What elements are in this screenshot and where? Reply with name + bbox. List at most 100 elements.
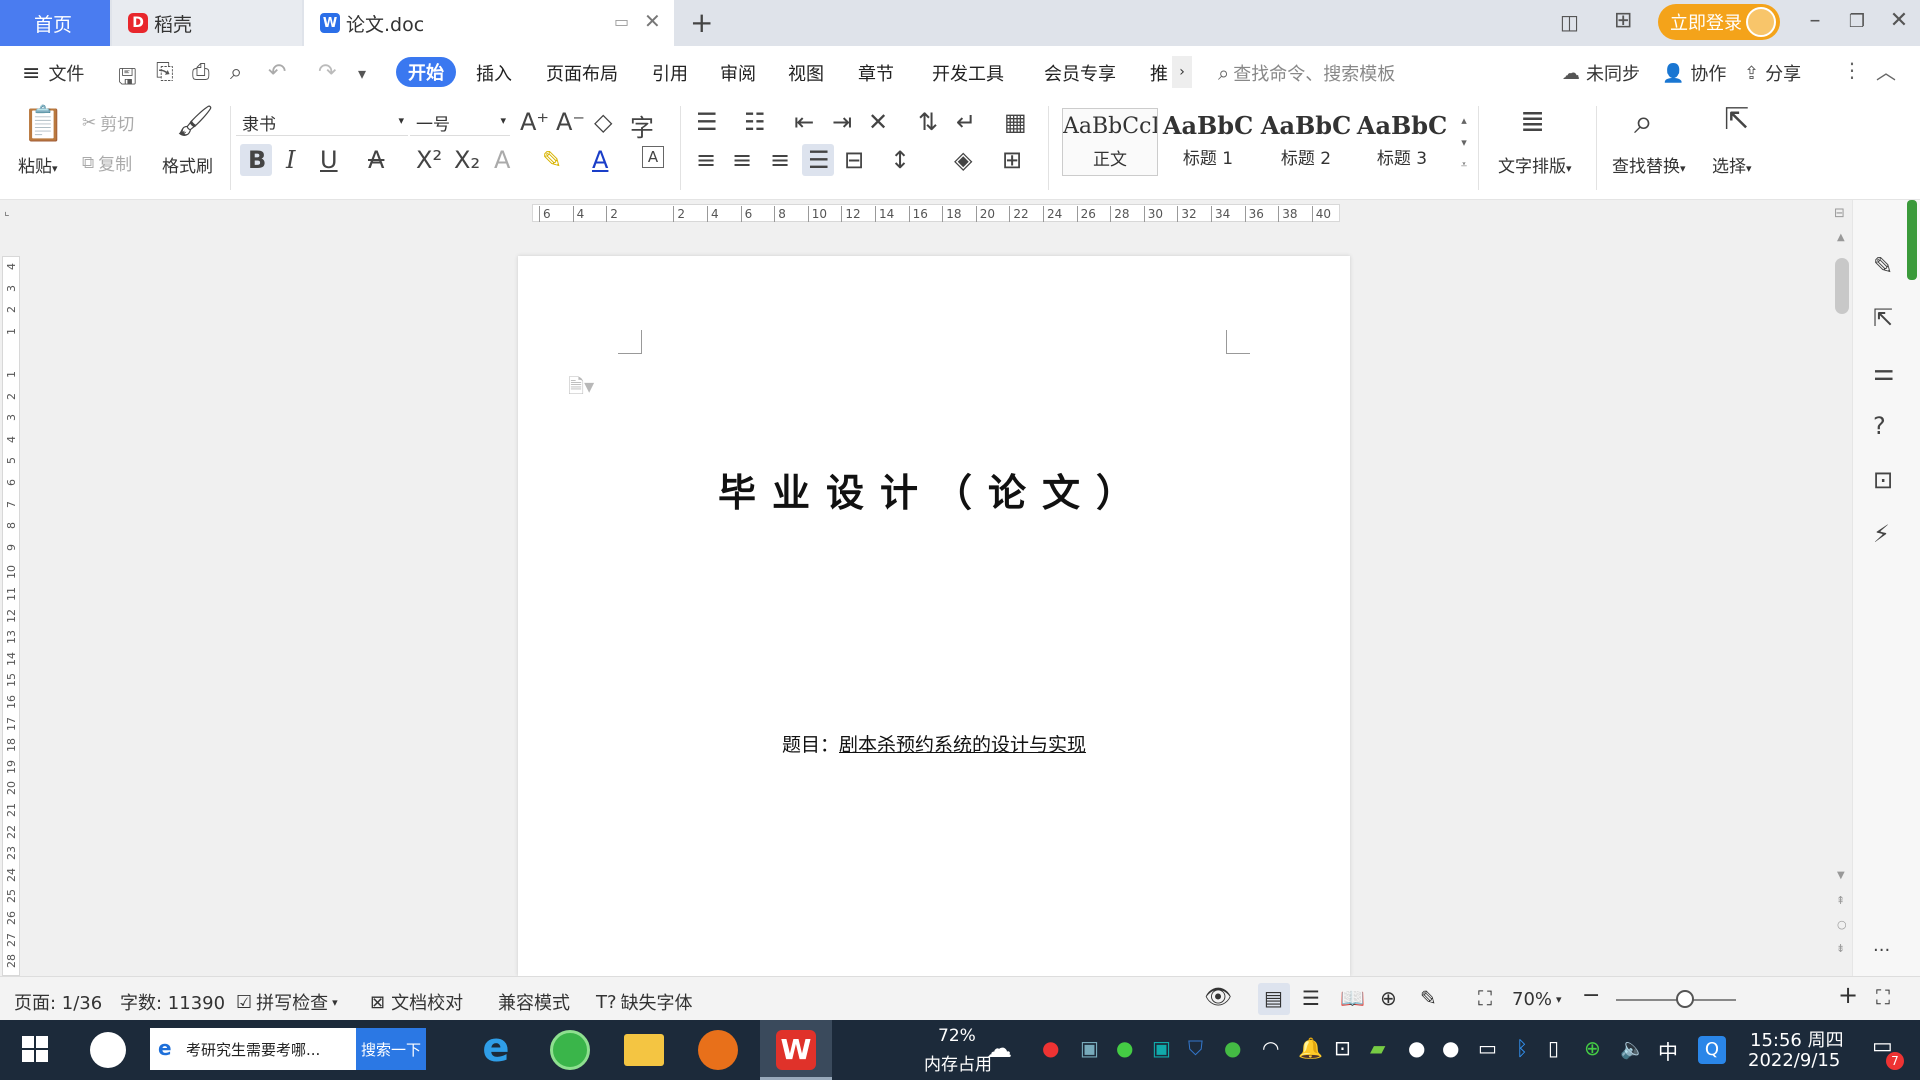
distribute-icon[interactable]: ⊟ <box>844 146 864 174</box>
file-explorer-icon[interactable] <box>624 1034 664 1066</box>
ime-indicator[interactable]: 中 <box>1658 1036 1678 1065</box>
chinese-layout-icon[interactable]: ✕ <box>868 108 888 136</box>
menu-dev-tools[interactable]: 开发工具 <box>932 60 1004 86</box>
pin-icon[interactable]: ▭ <box>614 12 629 31</box>
copy-button[interactable]: ⧉ 复制 <box>82 150 132 176</box>
next-page-icon[interactable]: ⇟ <box>1836 942 1845 955</box>
menu-insert[interactable]: 插入 <box>476 60 512 86</box>
bold-icon[interactable]: B <box>248 146 266 174</box>
missing-font-button[interactable]: T? 缺失字体 <box>596 989 693 1015</box>
document-page[interactable]: 🗎▾ 毕业设计（论文） 题目：剧本杀预约系统的设计与实现 <box>518 256 1350 976</box>
eye-protection-icon[interactable]: 👁 <box>1204 985 1232 1010</box>
sync-status[interactable]: ☁ 未同步 <box>1562 60 1640 86</box>
justify-icon[interactable]: ☰ <box>808 146 830 174</box>
char-border-icon[interactable]: A <box>642 146 664 168</box>
zoom-slider-thumb[interactable] <box>1676 990 1694 1008</box>
vertical-scrollbar[interactable]: ⊟ ▲ ▼ ⇞ ○ ⇟ <box>1832 200 1852 976</box>
style-heading-3[interactable]: AaBbC 标题 3 <box>1354 108 1450 176</box>
tab-stop-icon[interactable]: ⌞ <box>4 204 10 218</box>
capture-tray-icon[interactable]: ⊡ <box>1334 1036 1351 1060</box>
backup-icon[interactable]: ⊡ <box>1873 466 1893 494</box>
q-app-icon[interactable]: Q <box>1698 1036 1726 1064</box>
command-search[interactable]: ⌕ 查找命令、搜索模板 <box>1218 60 1395 86</box>
font-color-icon[interactable]: A <box>592 146 608 174</box>
wifi-icon[interactable]: ◠ <box>1262 1036 1279 1060</box>
reading-mode-icon[interactable]: ◫ <box>1560 10 1579 34</box>
styles-scroll-icon[interactable]: ▴ ▾ ⩡ <box>1456 110 1472 176</box>
shading-icon[interactable]: ◈ <box>954 146 972 174</box>
taskbar-search-button[interactable]: 搜索一下 <box>356 1028 426 1070</box>
collapse-ribbon-icon[interactable]: ︿ <box>1876 56 1896 85</box>
bluetooth-icon[interactable]: ᛒ <box>1516 1036 1528 1060</box>
decrease-indent-icon[interactable]: ⇤ <box>794 108 814 136</box>
menu-review[interactable]: 审阅 <box>720 60 756 86</box>
usb-drive-icon[interactable]: ▯ <box>1548 1036 1559 1060</box>
ai-assistant-icon[interactable]: ⚡ <box>1873 520 1890 548</box>
style-heading-1[interactable]: AaBbC 标题 1 <box>1160 108 1256 176</box>
align-center-icon[interactable]: ≡ <box>732 146 752 174</box>
minimize-icon[interactable]: – <box>1800 8 1830 33</box>
tab-document[interactable]: W 论文.doc ▭ ✕ <box>304 0 674 46</box>
align-left-icon[interactable]: ≡ <box>696 146 716 174</box>
ruler-toggle-icon[interactable]: ▦ <box>1004 108 1027 136</box>
volume-icon[interactable]: 🔈 <box>1620 1036 1645 1060</box>
export-pdf-icon[interactable]: ⎘ <box>156 60 174 85</box>
menu-layout[interactable]: 页面布局 <box>546 60 618 86</box>
font-name-select[interactable]: 隶书 ▾ <box>236 106 408 136</box>
wechat-icon[interactable]: ● <box>1116 1036 1133 1060</box>
green-plus-icon[interactable]: ⊕ <box>1584 1036 1601 1060</box>
reading-view-icon[interactable]: 📖 <box>1340 986 1365 1010</box>
split-view-icon[interactable]: ⊟ <box>1834 206 1845 221</box>
new-tab-icon[interactable]: + <box>690 6 713 39</box>
italic-icon[interactable]: I <box>286 146 295 174</box>
tab-home[interactable]: 首页 <box>0 0 110 46</box>
scroll-up-icon[interactable]: ▲ <box>1837 232 1845 243</box>
vertical-ruler-scale[interactable]: 4 3 2 1 1 2 3 4 5 6 7 8 9 10 11 12 13 14 15 16 17 18 19 20 21 22 2… <box>2 256 20 976</box>
qq-icon[interactable]: ● <box>1408 1036 1425 1060</box>
style-normal[interactable]: AaBbCcI 正文 <box>1062 108 1158 176</box>
numbered-list-icon[interactable]: ☷ <box>744 108 766 136</box>
undo-icon[interactable]: ↶ <box>268 60 286 85</box>
document-title[interactable]: 毕业设计（论文） <box>518 462 1350 517</box>
bell-icon[interactable]: 🔔 <box>1298 1036 1323 1060</box>
find-replace-button[interactable]: 查找替换▾ <box>1612 152 1686 177</box>
format-painter-button[interactable]: 格式刷 <box>162 152 213 177</box>
outline-view-icon[interactable]: ☰ <box>1302 986 1320 1010</box>
tab-daoke[interactable]: D 稻壳 <box>112 0 302 46</box>
login-button[interactable]: 立即登录 <box>1658 4 1780 40</box>
highlight-icon[interactable]: ✎ <box>542 146 562 174</box>
nvidia-icon[interactable]: ▰ <box>1370 1036 1385 1060</box>
help-icon[interactable]: ? <box>1873 412 1886 440</box>
red-tray-icon[interactable]: ● <box>1042 1036 1059 1060</box>
browser-360-icon[interactable] <box>550 1030 590 1070</box>
fit-page-icon[interactable]: ⛶ <box>1478 986 1492 1010</box>
restore-icon[interactable]: ❐ <box>1842 11 1872 32</box>
borders-icon[interactable]: ⊞ <box>1002 146 1022 174</box>
write-mode-icon[interactable]: ✎ <box>1420 986 1437 1010</box>
select-cursor-icon[interactable]: ⇱ <box>1724 102 1749 137</box>
bullet-list-icon[interactable]: ☰ <box>696 108 718 136</box>
clear-format-icon[interactable]: ◇ <box>594 108 612 136</box>
print-icon[interactable]: ⎙ <box>192 60 210 85</box>
select-button[interactable]: 选择▾ <box>1712 152 1752 177</box>
share-button[interactable]: ⇪ 分享 <box>1744 60 1801 86</box>
word-count[interactable]: 字数: 11390 <box>120 989 225 1015</box>
clock-time[interactable]: 15:56 周四 <box>1750 1026 1844 1052</box>
scroll-down-icon[interactable]: ▼ <box>1837 870 1845 881</box>
font-size-select[interactable]: 一号 ▾ <box>410 106 510 136</box>
close-window-icon[interactable]: ✕ <box>1884 8 1914 33</box>
prev-page-icon[interactable]: ⇞ <box>1836 894 1845 907</box>
menu-chapter[interactable]: 章节 <box>858 60 894 86</box>
scrollbar-thumb[interactable] <box>1835 258 1849 314</box>
page-view-icon[interactable]: ▤ <box>1264 986 1283 1010</box>
web-view-icon[interactable]: ⊕ <box>1380 986 1397 1010</box>
apps-grid-icon[interactable]: ⊞ <box>1614 8 1632 33</box>
superscript-icon[interactable]: X² <box>416 146 442 174</box>
underline-icon[interactable]: U <box>320 146 338 174</box>
internet-explorer-icon[interactable]: e <box>474 1026 518 1070</box>
increase-indent-icon[interactable]: ⇥ <box>832 108 852 136</box>
adjust-icon[interactable]: ⚌ <box>1873 358 1895 386</box>
text-layout-button[interactable]: 文字排版▾ <box>1498 152 1572 177</box>
collab-button[interactable]: 👤 协作 <box>1662 60 1726 86</box>
windows-start-icon[interactable] <box>22 1036 48 1062</box>
